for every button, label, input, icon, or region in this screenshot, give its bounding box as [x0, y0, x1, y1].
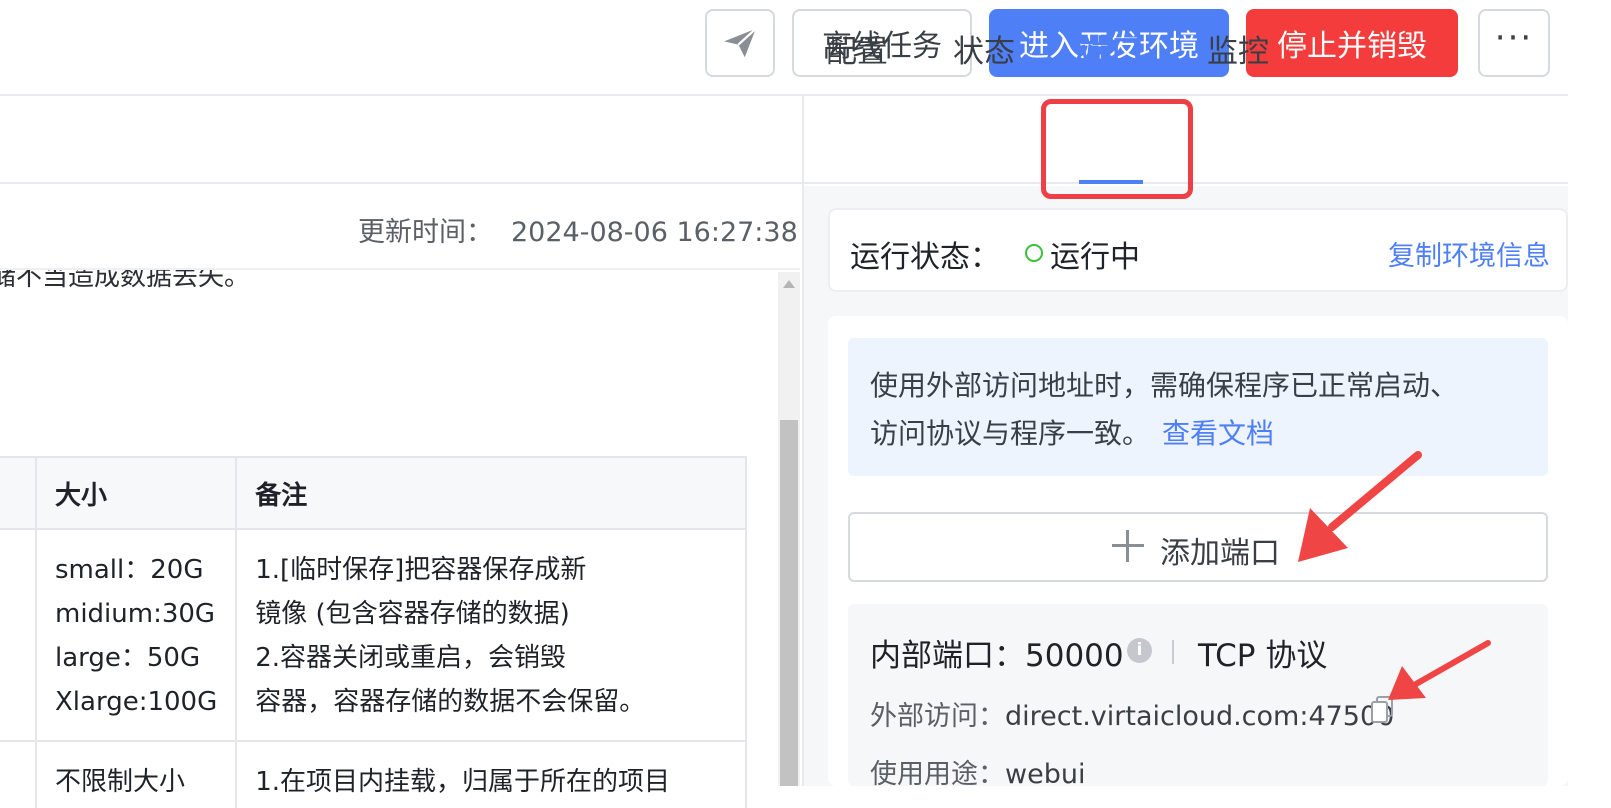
external-access-label: 外部访问： [870, 701, 1005, 732]
update-time: 更新时间： 2024-08-06 16:27:38 [358, 210, 798, 249]
table-cell-size: 不限制大小 [34, 740, 238, 808]
tab-ports[interactable]: 端口 [1080, 26, 1142, 71]
notice-line: 使用外部访问地址时，需确保程序已正常启动、 [870, 369, 1459, 402]
notice-text: 使用外部访问地址时，需确保程序已正常启动、 访问协议与程序一致。 查看文档 [870, 362, 1458, 458]
table-header-row: 大小 备注 [0, 456, 748, 530]
table-cell [0, 740, 37, 808]
send-button[interactable] [705, 9, 775, 77]
external-access: 外部访问：direct.virtaicloud.com:47500 [870, 694, 1394, 733]
highlight-box [1041, 99, 1193, 199]
remark-line: 容器，容器存储的数据不会保留。 [255, 687, 646, 717]
status-value: 运行中 [1050, 240, 1140, 275]
info-icon[interactable]: i [1127, 638, 1152, 663]
copy-env-info-link[interactable]: 复制环境信息 [1388, 234, 1550, 273]
table-cell-size: small：20G midium:30G large：50G Xlarge:10… [34, 528, 238, 742]
tab-status[interactable]: 状态 [953, 26, 1015, 71]
paper-plane-icon [724, 27, 757, 58]
stop-destroy-button[interactable]: 停止并销毁 [1246, 9, 1458, 77]
table-row: 不限制大小 1.在项目内挂载，归属于所在的项目 [0, 740, 748, 808]
copy-icon[interactable] [1370, 696, 1394, 724]
size-line: 不限制大小 [55, 767, 186, 797]
storage-table: 大小 备注 small：20G midium:30G large：50G Xla… [0, 456, 748, 808]
top-toolbar: 离线任务 进入开发环境 停止并销毁 ··· [0, 0, 1568, 96]
update-time-value: 2024-08-06 16:27:38 [511, 217, 798, 248]
partial-text-line: 储不当造成数据丢失。 [0, 262, 251, 292]
notice-line: 访问协议与程序一致。 [870, 417, 1151, 450]
status-running-icon [1025, 244, 1043, 262]
usage-label: 使用用途： [870, 759, 1005, 790]
table-cell-remarks: 1.在项目内挂载，归属于所在的项目 [235, 740, 748, 808]
internal-port-label: 内部端口： [870, 638, 1025, 674]
usage-value: webui [1005, 759, 1086, 790]
scrollbar-thumb[interactable] [780, 420, 798, 786]
internal-port: 内部端口：50000 [870, 630, 1124, 675]
plus-icon [1112, 530, 1144, 562]
separator [1172, 640, 1174, 664]
table-row: small：20G midium:30G large：50G Xlarge:10… [0, 528, 748, 742]
remark-line: 1.在项目内挂载，归属于所在的项目 [255, 767, 671, 797]
tab-config[interactable]: 配置 [826, 26, 888, 71]
tab-monitor[interactable]: 监控 [1207, 26, 1269, 71]
table-cell [0, 528, 37, 742]
table-header-cell [0, 456, 37, 530]
size-line: midium:30G [55, 599, 216, 629]
remark-line: 2.容器关闭或重启，会销毁 [255, 643, 567, 673]
external-access-value: direct.virtaicloud.com:47500 [1005, 701, 1395, 732]
remark-line: 1.[临时保存]把容器保存成新 [255, 555, 587, 585]
size-line: large：50G [55, 643, 201, 673]
protocol-label: TCP 协议 [1198, 638, 1328, 674]
size-line: Xlarge:100G [55, 687, 218, 717]
left-tab-bar [0, 96, 802, 184]
remark-line: 镜像 (包含容器存储的数据) [255, 599, 570, 629]
add-port-label[interactable]: 添加端口 [1160, 528, 1280, 572]
update-time-label: 更新时间： [358, 217, 493, 248]
size-line: small：20G [55, 555, 204, 585]
internal-port-value: 50000 [1025, 638, 1124, 674]
content-divider [0, 268, 800, 270]
status-label: 运行状态： [850, 240, 1000, 275]
usage: 使用用途：webui [870, 752, 1085, 791]
notice-line-2: 访问协议与程序一致。 查看文档 [870, 410, 1458, 458]
view-docs-link[interactable]: 查看文档 [1162, 417, 1274, 450]
table-cell-remarks: 1.[临时保存]把容器保存成新 镜像 (包含容器存储的数据) 2.容器关闭或重启… [235, 528, 748, 742]
table-header-size: 大小 [34, 456, 238, 530]
more-options-button[interactable]: ··· [1478, 9, 1550, 77]
table-header-remarks: 备注 [235, 456, 748, 530]
scroll-up-arrow-icon[interactable] [783, 280, 795, 288]
